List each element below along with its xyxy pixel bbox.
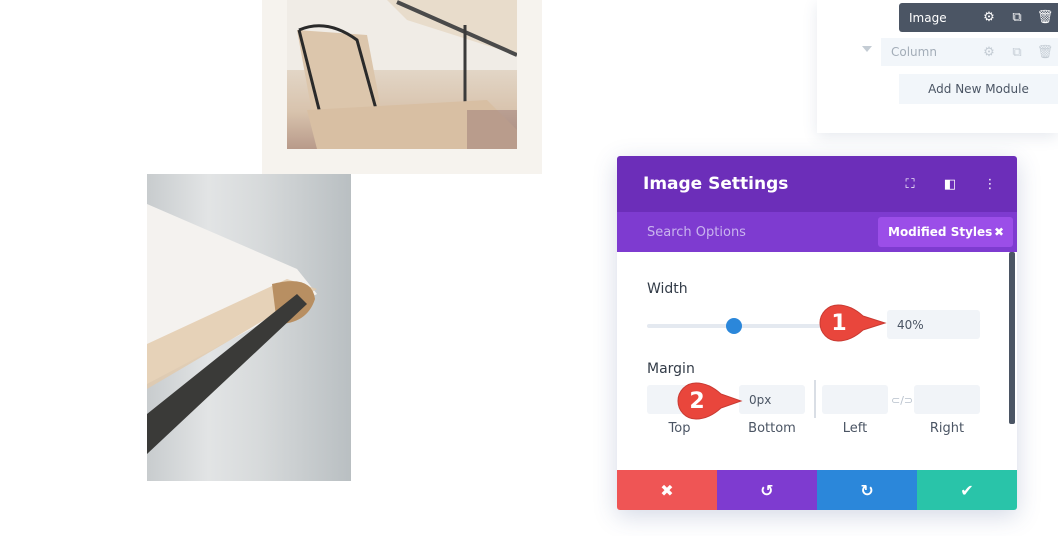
layer-image-module[interactable]: Image ⚙ ⧉ 🗑︎ — [899, 3, 1058, 32]
search-options-input[interactable] — [647, 224, 847, 240]
callout-badge-2: 2 — [677, 382, 747, 420]
margin-top-label: Top — [668, 421, 691, 436]
width-input[interactable]: 40% — [887, 310, 980, 339]
modal-footer: ✖ ↺ ↻ ✔ — [617, 470, 1017, 510]
margin-bottom-label: Bottom — [748, 421, 796, 436]
redo-button[interactable]: ↻ — [817, 470, 917, 510]
link-values-icon[interactable]: ⊂/⊃ — [891, 394, 913, 407]
modal-title: Image Settings — [643, 174, 789, 194]
close-icon: ✖ — [660, 480, 674, 500]
collapse-caret-icon[interactable] — [862, 46, 872, 52]
width-label: Width — [647, 281, 688, 297]
margin-label: Margin — [647, 361, 695, 377]
image-settings-modal: Image Settings ⛶ ◧ ⋮ Modified Styles ✖ W… — [617, 156, 1017, 510]
trash-icon[interactable]: 🗑︎ — [1036, 10, 1054, 25]
width-slider-handle[interactable] — [726, 318, 742, 334]
duplicate-icon[interactable]: ⧉ — [1008, 10, 1026, 25]
margin-divider — [814, 380, 816, 418]
callout-badge-1: 1 — [819, 304, 889, 342]
margin-left-label: Left — [842, 421, 868, 436]
discard-button[interactable]: ✖ — [617, 470, 717, 510]
trash-icon[interactable]: 🗑︎ — [1036, 45, 1054, 60]
modified-styles-label: Modified Styles — [888, 225, 993, 239]
save-button[interactable]: ✔ — [917, 470, 1017, 510]
margin-right-input[interactable] — [914, 385, 980, 414]
leather-seat-photo[interactable] — [147, 174, 351, 481]
chair-photo[interactable] — [287, 0, 517, 149]
modal-subbar: Modified Styles ✖ — [617, 212, 1017, 252]
modified-styles-filter[interactable]: Modified Styles ✖ — [878, 217, 1013, 247]
leather-seat-illustration — [147, 204, 317, 454]
chair-photo-illustration — [287, 0, 517, 149]
layer-column-label: Column — [891, 45, 937, 59]
duplicate-icon[interactable]: ⧉ — [1008, 45, 1026, 60]
margin-right-label: Right — [929, 421, 965, 436]
split-view-icon[interactable]: ◧ — [941, 177, 959, 192]
modal-header: Image Settings ⛶ ◧ ⋮ — [617, 156, 1017, 212]
add-new-module-button[interactable]: Add New Module — [899, 74, 1058, 104]
layer-column[interactable]: Column ⚙ ⧉ 🗑︎ — [881, 38, 1058, 66]
margin-left-input[interactable] — [822, 385, 888, 414]
gear-icon[interactable]: ⚙ — [980, 10, 998, 25]
redo-icon: ↻ — [860, 480, 874, 500]
layer-image-label: Image — [909, 10, 947, 25]
more-options-icon[interactable]: ⋮ — [981, 177, 999, 192]
width-slider[interactable] — [647, 318, 847, 334]
gear-icon[interactable]: ⚙ — [980, 45, 998, 60]
undo-icon: ↺ — [760, 480, 774, 500]
close-icon[interactable]: ✖ — [994, 225, 1004, 239]
margin-bottom-input[interactable]: 0px — [739, 385, 805, 414]
callout-number: 2 — [689, 388, 705, 414]
layers-panel: Image ⚙ ⧉ 🗑︎ Column ⚙ ⧉ 🗑︎ Add New Modul… — [817, 0, 1058, 133]
scrollbar[interactable] — [1009, 252, 1015, 424]
callout-number: 1 — [831, 310, 847, 336]
fullscreen-icon[interactable]: ⛶ — [901, 177, 919, 192]
checkmark-icon: ✔ — [960, 480, 974, 500]
undo-button[interactable]: ↺ — [717, 470, 817, 510]
modal-body: Width 40% 1 Margin 0px ⊂/⊃ Top Bottom Le… — [617, 252, 1017, 470]
